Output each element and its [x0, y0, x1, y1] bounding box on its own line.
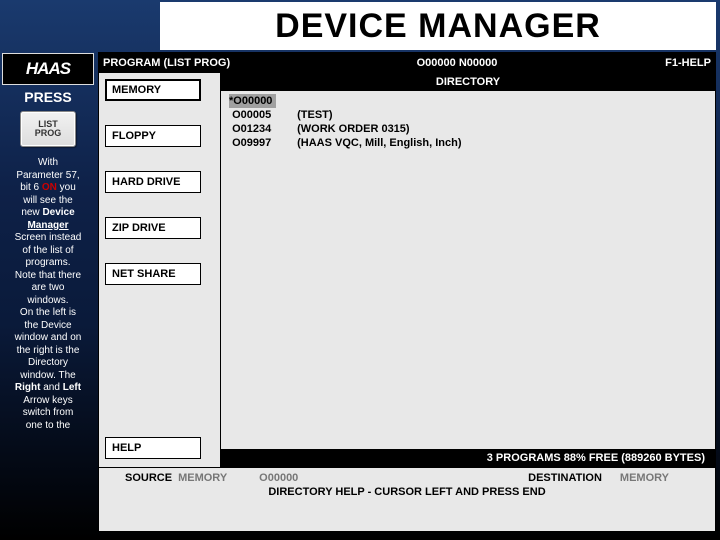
cnc-screen: PROGRAM (LIST PROG) O00000 N00000 F1-HEL… [98, 52, 716, 532]
device-memory[interactable]: MEMORY [105, 79, 201, 101]
destination-label: DESTINATION [528, 472, 602, 484]
device-column[interactable]: MEMORY FLOPPY HARD DRIVE ZIP DRIVE NET S… [99, 73, 221, 467]
slide-title: DEVICE MANAGER [160, 2, 716, 50]
list-prog-key: LIST PROG [20, 111, 76, 147]
device-net-share[interactable]: NET SHARE [105, 263, 201, 285]
help-button[interactable]: HELP [105, 437, 201, 459]
header-program-number: O00000 N00000 [273, 57, 641, 69]
device-zip-drive[interactable]: ZIP DRIVE [105, 217, 201, 239]
file-row[interactable]: O09997 (HAAS VQC, Mill, English, Inch) [229, 136, 707, 150]
file-row[interactable]: O00005 (TEST) [229, 108, 707, 122]
directory-panel[interactable]: *O00000 O00005 (TEST) O01234 (WORK ORDER… [221, 91, 715, 467]
destination-value: MEMORY [620, 472, 669, 484]
source-value: MEMORY [178, 472, 227, 484]
header-help-hint: F1-HELP [641, 57, 711, 69]
source-program: O00000 [259, 472, 298, 484]
device-floppy[interactable]: FLOPPY [105, 125, 201, 147]
haas-logo: HAAS [2, 53, 94, 85]
file-row[interactable]: *O00000 [229, 94, 707, 108]
instruction-text: With Parameter 57, bit 6 ON you will see… [0, 157, 96, 432]
press-label: PRESS [0, 89, 96, 105]
screen-footer: SOURCE MEMORY O00000 DESTINATION MEMORY … [99, 467, 715, 531]
directory-header: DIRECTORY [221, 73, 715, 91]
header-mode: PROGRAM (LIST PROG) [103, 57, 273, 69]
status-line: 3 PROGRAMS 88% FREE (889260 BYTES) [221, 449, 715, 467]
source-label: SOURCE [125, 472, 172, 484]
instruction-sidebar: PRESS LIST PROG With Parameter 57, bit 6… [0, 87, 96, 540]
file-row[interactable]: O01234 (WORK ORDER 0315) [229, 122, 707, 136]
file-list: *O00000 O00005 (TEST) O01234 (WORK ORDER… [221, 91, 715, 153]
footer-help-line: DIRECTORY HELP - CURSOR LEFT AND PRESS E… [99, 484, 715, 498]
haas-logo-text: HAAS [26, 59, 70, 79]
screen-header: PROGRAM (LIST PROG) O00000 N00000 F1-HEL… [99, 53, 715, 73]
list-prog-key-label: LIST PROG [35, 120, 62, 138]
device-hard-drive[interactable]: HARD DRIVE [105, 171, 201, 193]
